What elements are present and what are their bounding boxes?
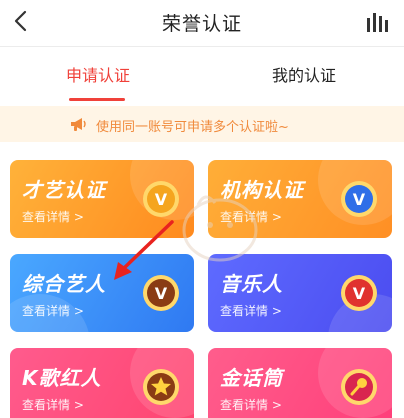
card-title: 才艺认证	[22, 178, 106, 202]
notice-banner: 使用同一账号可申请多个认证啦~	[0, 106, 404, 142]
megaphone-icon	[71, 118, 86, 131]
card-organization-certification[interactable]: 机构认证 查看详情 > V	[208, 160, 392, 238]
top-bar: 荣誉认证	[0, 0, 404, 44]
card-title: 金话筒	[220, 366, 283, 390]
active-tab-indicator	[69, 98, 125, 101]
tab-my-certification[interactable]: 我的认证	[224, 62, 384, 86]
svg-text:V: V	[353, 190, 366, 209]
view-details-link[interactable]: 查看详情 >	[220, 302, 282, 319]
card-title: K歌红人	[22, 366, 102, 390]
card-k-song-star[interactable]: K歌红人 查看详情 >	[10, 348, 194, 418]
v-badge-icon: V	[341, 275, 377, 311]
card-golden-microphone[interactable]: 金话筒 查看详情 >	[208, 348, 392, 418]
card-comprehensive-artist[interactable]: 综合艺人 查看详情 > V	[10, 254, 194, 332]
svg-text:V: V	[155, 284, 168, 303]
card-musician[interactable]: 音乐人 查看详情 > V	[208, 254, 392, 332]
card-title: 音乐人	[220, 272, 283, 296]
tab-bar: 申请认证 我的认证	[0, 56, 404, 104]
svg-text:V: V	[155, 190, 168, 209]
svg-text:V: V	[353, 284, 366, 303]
card-title: 综合艺人	[22, 272, 106, 296]
v-badge-icon: V	[143, 275, 179, 311]
view-details-link[interactable]: 查看详情 >	[220, 396, 282, 413]
tab-apply-certification[interactable]: 申请认证	[18, 62, 178, 86]
v-badge-icon: V	[143, 181, 179, 217]
notice-text: 使用同一账号可申请多个认证啦~	[96, 120, 289, 135]
view-details-link[interactable]: 查看详情 >	[220, 208, 282, 225]
header-divider	[0, 46, 404, 47]
microphone-badge-icon	[341, 369, 377, 405]
v-badge-icon: V	[341, 181, 377, 217]
view-details-link[interactable]: 查看详情 >	[22, 302, 84, 319]
page-title: 荣誉认证	[161, 13, 242, 35]
star-badge-icon	[143, 369, 179, 405]
view-details-link[interactable]: 查看详情 >	[22, 208, 84, 225]
card-talent-certification[interactable]: 才艺认证 查看详情 > V	[10, 160, 194, 238]
view-details-link[interactable]: 查看详情 >	[22, 396, 84, 413]
card-title: 机构认证	[220, 178, 304, 202]
bar-rank-icon[interactable]	[366, 11, 392, 33]
